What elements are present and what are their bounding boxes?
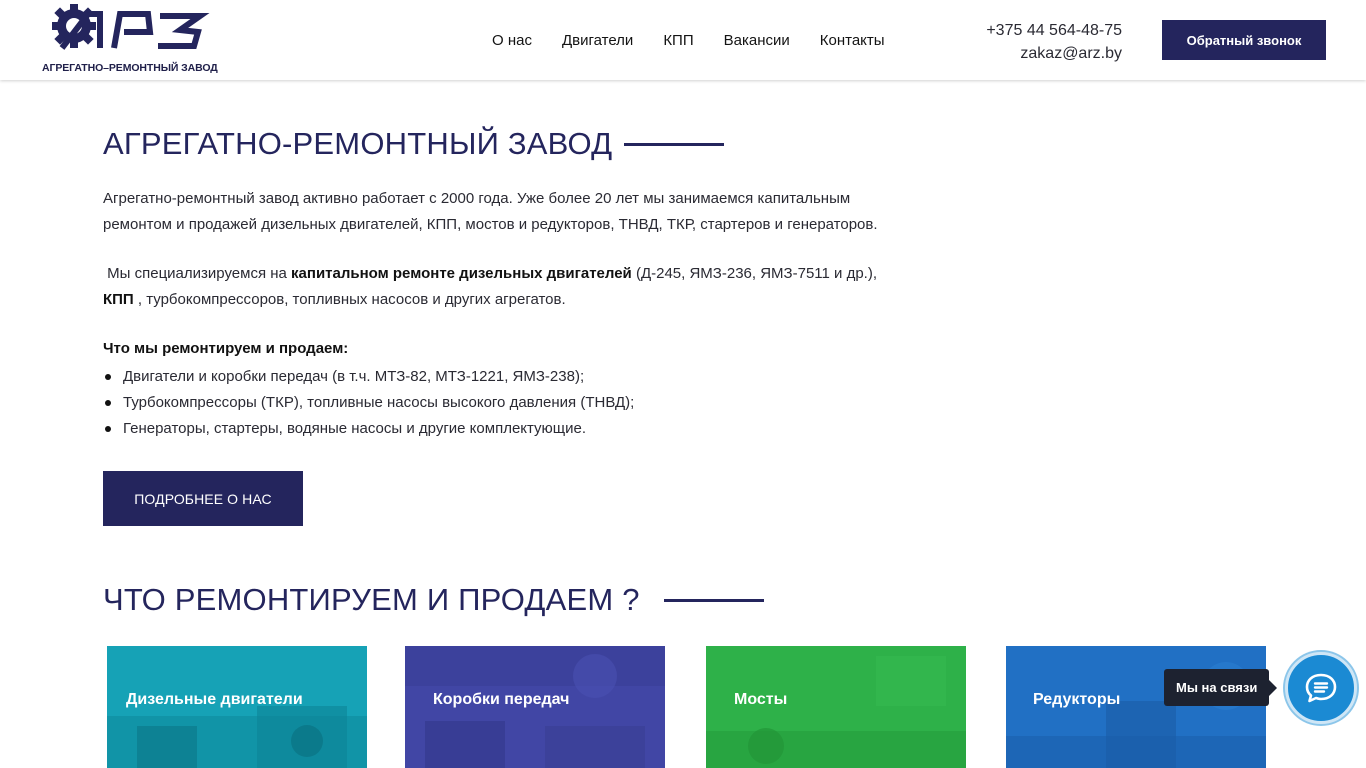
title-underline: [663, 598, 764, 602]
card-label: Мосты: [734, 691, 788, 708]
nav-item-about[interactable]: О нас: [492, 32, 532, 49]
product-card-reducers[interactable]: Редукторы: [1006, 646, 1266, 768]
callback-button[interactable]: Обратный звонок: [1162, 20, 1326, 60]
card-label: Редукторы: [1033, 691, 1121, 708]
about-paragraph: Агрегатно-ремонтный завод активно работа…: [103, 190, 878, 233]
chat-tooltip: Мы на связи: [1164, 669, 1278, 706]
spec-text-2: (Д-245, ЯМЗ-236, ЯМЗ-7511 и др.),: [631, 265, 877, 282]
about-section-title: АГРЕГАТНО-РЕМОНТНЫЙ ЗАВОД: [103, 126, 725, 162]
site-header: АГРЕГАТНО–РЕМОНТНЫЙ ЗАВОД О нас Двигател…: [0, 0, 1366, 80]
spec-bold-1: капитальном ремонте дизельных двигателей: [291, 265, 632, 282]
phone-link[interactable]: +375 44 564-48-75: [986, 19, 1122, 42]
title-underline: [624, 142, 725, 146]
list-item: Турбокомпрессоры (ТКР), топливные насосы…: [103, 390, 634, 416]
logo-subtitle: АГРЕГАТНО–РЕМОНТНЫЙ ЗАВОД: [42, 62, 218, 74]
products-title-text: ЧТО РЕМОНТИРУЕМ И ПРОДАЕМ ?: [103, 582, 640, 617]
nav-item-vacancies[interactable]: Вакансии: [724, 32, 790, 49]
nav-item-engines[interactable]: Двигатели: [562, 32, 633, 49]
main-nav: О нас Двигатели КПП Вакансии Контакты: [492, 32, 915, 49]
spec-bold-2: КПП: [103, 291, 134, 308]
card-label: Коробки передач: [433, 691, 570, 708]
product-card-engines[interactable]: Дизельные двигатели: [107, 646, 367, 768]
header-contacts: +375 44 564-48-75 zakaz@arz.by: [986, 19, 1122, 65]
about-title-text: АГРЕГАТНО-РЕМОНТНЫЙ ЗАВОД: [103, 126, 613, 161]
logo-icon: [52, 4, 210, 50]
nav-item-contacts[interactable]: Контакты: [820, 32, 885, 49]
services-list-title: Что мы ремонтируем и продаем:: [103, 340, 349, 357]
spec-text-1: Мы специализируемся на: [107, 265, 292, 282]
product-card-axles[interactable]: Мосты: [706, 646, 966, 768]
nav-item-gearbox[interactable]: КПП: [663, 32, 693, 49]
email-link[interactable]: zakaz@arz.by: [986, 42, 1122, 65]
chat-button[interactable]: [1285, 652, 1357, 724]
services-list: Двигатели и коробки передач (в т.ч. МТЗ-…: [103, 364, 634, 442]
logo[interactable]: АГРЕГАТНО–РЕМОНТНЫЙ ЗАВОД: [40, 2, 222, 76]
list-item: Генераторы, стартеры, водяные насосы и д…: [103, 416, 634, 442]
spec-text-3: , турбокомпрессоров, топливных насосов и…: [133, 291, 566, 308]
list-item: Двигатели и коробки передач (в т.ч. МТЗ-…: [103, 364, 634, 390]
products-section-title: ЧТО РЕМОНТИРУЕМ И ПРОДАЕМ ?: [103, 582, 764, 618]
more-about-button[interactable]: ПОДРОБНЕЕ О НАС: [103, 471, 303, 526]
product-card-gearboxes[interactable]: Коробки передач: [405, 646, 665, 768]
card-label: Дизельные двигатели: [126, 691, 303, 708]
chat-bubble-icon: [1305, 673, 1337, 703]
specialization-paragraph: Мы специализируемся на капитальном ремон…: [103, 261, 923, 313]
